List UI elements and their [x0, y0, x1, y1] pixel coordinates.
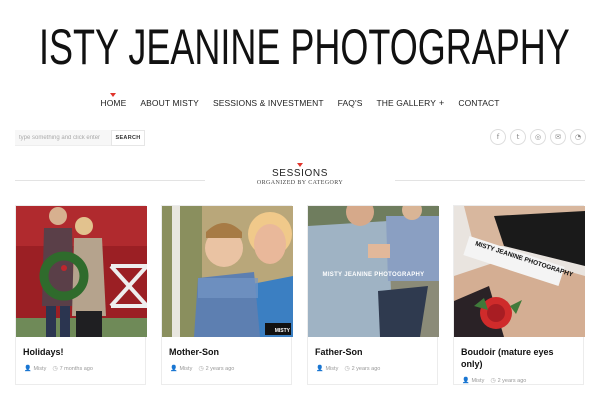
submenu-plus-icon: + [439, 98, 445, 108]
nav-item-label: CONTACT [458, 98, 500, 108]
section-heading: SESSIONS ORGANIZED BY CATEGORY [0, 163, 600, 186]
card-title[interactable]: Mother-Son [162, 337, 291, 358]
clock-icon: ◷ [52, 365, 58, 372]
nav-item-faq[interactable]: FAQ'S [331, 92, 370, 114]
watermark: MISTY JEANINE PHOTOGRAPHY [322, 272, 425, 278]
card-meta: 👤 Misty ◷ 2 years ago [308, 358, 437, 372]
nav-item-label: THE GALLERY [376, 98, 436, 108]
session-card[interactable]: Holidays! 👤 Misty ◷ 7 months ago [15, 205, 147, 385]
card-title[interactable]: Father-Son [308, 337, 437, 358]
card-date: 2 years ago [497, 378, 527, 384]
card-author: Misty [33, 366, 47, 372]
twitter-icon[interactable]: t [510, 129, 526, 145]
nav-item-gallery[interactable]: THE GALLERY + [369, 92, 451, 114]
nav-item-contact[interactable]: CONTACT [451, 92, 506, 114]
site-logo[interactable]: ISTY JEANINE PHOTOGRAPHY [35, 18, 570, 76]
card-title[interactable]: Boudoir (mature eyes only) [454, 337, 583, 370]
card-author: Misty [471, 378, 485, 384]
card-date: 2 years ago [351, 366, 381, 372]
clock-icon: ◷ [198, 365, 204, 372]
nav-item-label: ABOUT MISTY [140, 98, 199, 108]
nav-item-home[interactable]: HOME [93, 92, 133, 114]
card-date: 2 years ago [205, 366, 235, 372]
search-form: SEARCH [15, 130, 145, 146]
nav-item-about[interactable]: ABOUT MISTY [133, 92, 206, 114]
logo-text: ISTY JEANINE PHOTOGRAPHY [39, 19, 570, 75]
rss-icon[interactable]: ◔ [570, 129, 586, 145]
card-author: Misty [179, 366, 193, 372]
nav-item-sessions[interactable]: SESSIONS & INVESTMENT [206, 92, 331, 114]
section-subtitle: ORGANIZED BY CATEGORY [256, 180, 344, 186]
search-button[interactable]: SEARCH [111, 130, 145, 146]
facebook-icon[interactable]: f [490, 129, 506, 145]
user-icon: 👤 [316, 365, 324, 372]
card-meta: 👤 Misty ◷ 2 years ago [162, 358, 291, 372]
section-title: SESSIONS [272, 168, 328, 179]
card-photo[interactable] [16, 206, 147, 337]
session-card[interactable]: MISTY Mother-Son 👤 Misty ◷ 2 years ago [161, 205, 293, 385]
user-icon: 👤 [24, 365, 32, 372]
card-meta: 👤 Misty ◷ 2 years ago [454, 370, 583, 384]
social-links: f t ◎ ✉ ◔ [490, 129, 586, 145]
session-card[interactable]: MISTY JEANINE PHOTOGRAPHY Father-Son 👤 Mi… [307, 205, 439, 385]
email-icon[interactable]: ✉ [550, 129, 566, 145]
card-author: Misty [325, 366, 339, 372]
nav-item-label: SESSIONS & INVESTMENT [212, 98, 324, 108]
watermark: MISTY [274, 328, 290, 334]
search-input[interactable] [15, 130, 111, 146]
user-icon: 👤 [462, 377, 470, 384]
nav-item-label: HOME [100, 98, 127, 108]
card-date: 7 months ago [59, 366, 93, 372]
session-cards: Holidays! 👤 Misty ◷ 7 months ago MISTY M… [15, 205, 585, 385]
card-title[interactable]: Holidays! [16, 337, 145, 358]
card-meta: 👤 Misty ◷ 7 months ago [16, 358, 145, 372]
nav-item-label: FAQ'S [337, 98, 363, 108]
instagram-icon[interactable]: ◎ [530, 129, 546, 145]
card-photo[interactable]: MISTY JEANINE PHOTOGRAPHY [454, 206, 585, 337]
card-photo[interactable]: MISTY JEANINE PHOTOGRAPHY [308, 206, 439, 337]
card-photo[interactable]: MISTY [162, 206, 293, 337]
clock-icon: ◷ [344, 365, 350, 372]
main-nav: HOME ABOUT MISTY SESSIONS & INVESTMENT F… [0, 92, 600, 114]
section-caret-icon [297, 163, 303, 167]
clock-icon: ◷ [490, 377, 496, 384]
session-card[interactable]: MISTY JEANINE PHOTOGRAPHY Boudoir (matur… [453, 205, 585, 385]
user-icon: 👤 [170, 365, 178, 372]
active-caret-icon [110, 93, 117, 97]
